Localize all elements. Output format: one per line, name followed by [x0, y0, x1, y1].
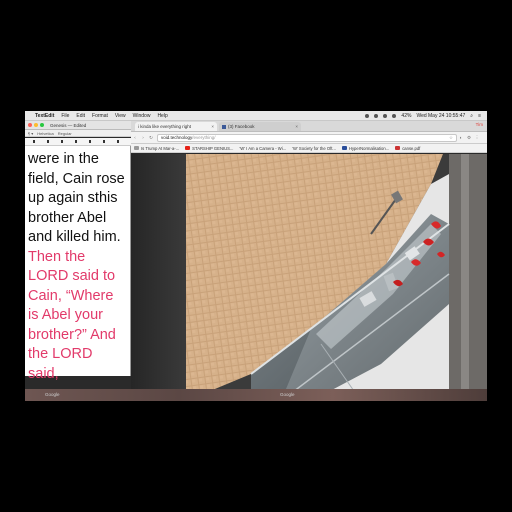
close-tab-icon[interactable]: × [211, 124, 214, 129]
tab-stop-icon[interactable] [75, 140, 77, 143]
tab-stop-icon[interactable] [61, 140, 63, 143]
bottom-label-right: Google [280, 392, 295, 397]
bookmark-item[interactable]: HyperNormalisation... [341, 145, 390, 151]
tab-stop-icon[interactable] [103, 140, 105, 143]
font-family-select[interactable]: Helvetica [37, 131, 53, 136]
textedit-format-bar: ¶ ▾ Helvetica Regular [25, 130, 131, 137]
tab-label: (3) Facebook [228, 124, 255, 129]
bookmarks-bar: Is Trump At Mar-a-... STARSHIP GENIUS...… [131, 144, 487, 153]
menu-list-icon[interactable]: ≡ [478, 113, 481, 119]
bookmark-label: canse.pdf [402, 145, 421, 151]
status-icon[interactable] [365, 113, 370, 118]
tab-void-technology[interactable]: i kinda like everything right × [135, 122, 217, 131]
browser-tab-strip: i kinda like everything right × (3) Face… [131, 121, 487, 132]
menu-format[interactable]: Format [92, 113, 108, 119]
document-text-black: were in the field, Cain rose up again st… [28, 151, 125, 245]
tab-label: i kinda like everything right [138, 124, 192, 129]
forward-icon[interactable]: › [139, 135, 147, 140]
font-style-select[interactable]: Regular [58, 131, 72, 136]
document-title: Genesis — Edited [50, 122, 87, 128]
menu-help[interactable]: Help [157, 113, 167, 119]
url-host: void.technology [161, 135, 193, 140]
facebook-icon [222, 124, 226, 129]
extension-icon[interactable]: ◐ [457, 135, 465, 140]
bookmark-item[interactable]: canse.pdf [395, 146, 420, 151]
tab-stop-icon[interactable] [89, 140, 91, 143]
close-window-icon[interactable] [28, 123, 32, 127]
screen-recording-frame: TextEdit File Edit Format View Window He… [25, 111, 487, 401]
bookmark-label: 'W' Society for the Oft... [292, 145, 336, 151]
wifi-icon[interactable] [383, 113, 388, 118]
tab-stop-icon[interactable] [117, 140, 119, 143]
hn-icon [341, 146, 347, 150]
pdf-icon [395, 146, 401, 150]
bottom-blurred-strip: Google Google [25, 389, 487, 401]
menu-app-name[interactable]: TextEdit [35, 113, 54, 119]
status-icon[interactable] [374, 113, 379, 118]
menu-kebab-icon[interactable]: ⋮ [473, 135, 481, 141]
menu-edit[interactable]: Edit [76, 113, 85, 119]
bookmark-label: Is Trump At Mar-a-... [141, 145, 180, 151]
youtube-icon [185, 146, 191, 150]
bookmark-star-icon[interactable]: ☆ [449, 135, 453, 141]
menu-bar: TextEdit File Edit Format View Window He… [25, 111, 487, 121]
photo-illustration [186, 154, 487, 401]
address-bar-row: ‹ › ↻ void.technology/everything/ ☆ ◐ ⚙ … [131, 132, 487, 144]
menu-file[interactable]: File [61, 113, 69, 119]
bookmark-label: 'W' I Am a Camera - Wi... [239, 145, 287, 151]
ruler[interactable] [25, 138, 131, 146]
extension-icon[interactable]: ⚙ [465, 135, 473, 141]
page-photo [131, 154, 487, 401]
doc-icon [134, 146, 139, 150]
document-text-area[interactable]: were in the field, Cain rose up again st… [25, 146, 131, 382]
tab-stop-icon[interactable] [47, 140, 49, 143]
profile-button[interactable]: Tim [476, 122, 483, 127]
bookmark-label: HyperNormalisation... [348, 145, 390, 151]
document-text-red: Then the LORD said to Cain, “Where is Ab… [28, 248, 116, 382]
volume-icon[interactable] [392, 113, 397, 118]
window-controls [28, 123, 44, 127]
menu-window[interactable]: Window [133, 113, 151, 119]
back-icon[interactable]: ‹ [131, 135, 139, 140]
bottom-label-left: Google [45, 392, 60, 397]
bookmark-item[interactable]: Is Trump At Mar-a-... [134, 146, 179, 151]
menu-view[interactable]: View [115, 113, 126, 119]
bookmark-label: STARSHIP GENIUS... [192, 145, 234, 151]
reload-icon[interactable]: ↻ [147, 135, 155, 141]
bookmark-item[interactable]: 'W' Society for the Oft... [292, 146, 336, 151]
battery-percent[interactable]: 42% [401, 113, 411, 119]
close-tab-icon[interactable]: × [295, 124, 298, 129]
search-icon[interactable]: ⌕ [470, 113, 473, 119]
url-path: /everything/ [192, 135, 216, 140]
zoom-window-icon[interactable] [40, 123, 44, 127]
paragraph-style-select[interactable]: ¶ ▾ [28, 131, 33, 136]
url-input[interactable]: void.technology/everything/ ☆ [157, 133, 457, 142]
bookmark-item[interactable]: STARSHIP GENIUS... [185, 146, 233, 151]
tab-facebook[interactable]: (3) Facebook × [219, 122, 301, 131]
textedit-titlebar: Genesis — Edited [25, 121, 131, 130]
minimize-window-icon[interactable] [34, 123, 38, 127]
clock[interactable]: Wed May 24 10:55:47 [416, 113, 465, 119]
status-area: 42% Wed May 24 10:55:47 ⌕ ≡ [365, 113, 487, 119]
tab-stop-icon[interactable] [33, 140, 35, 143]
bookmark-item[interactable]: 'W' I Am a Camera - Wi... [239, 146, 286, 151]
